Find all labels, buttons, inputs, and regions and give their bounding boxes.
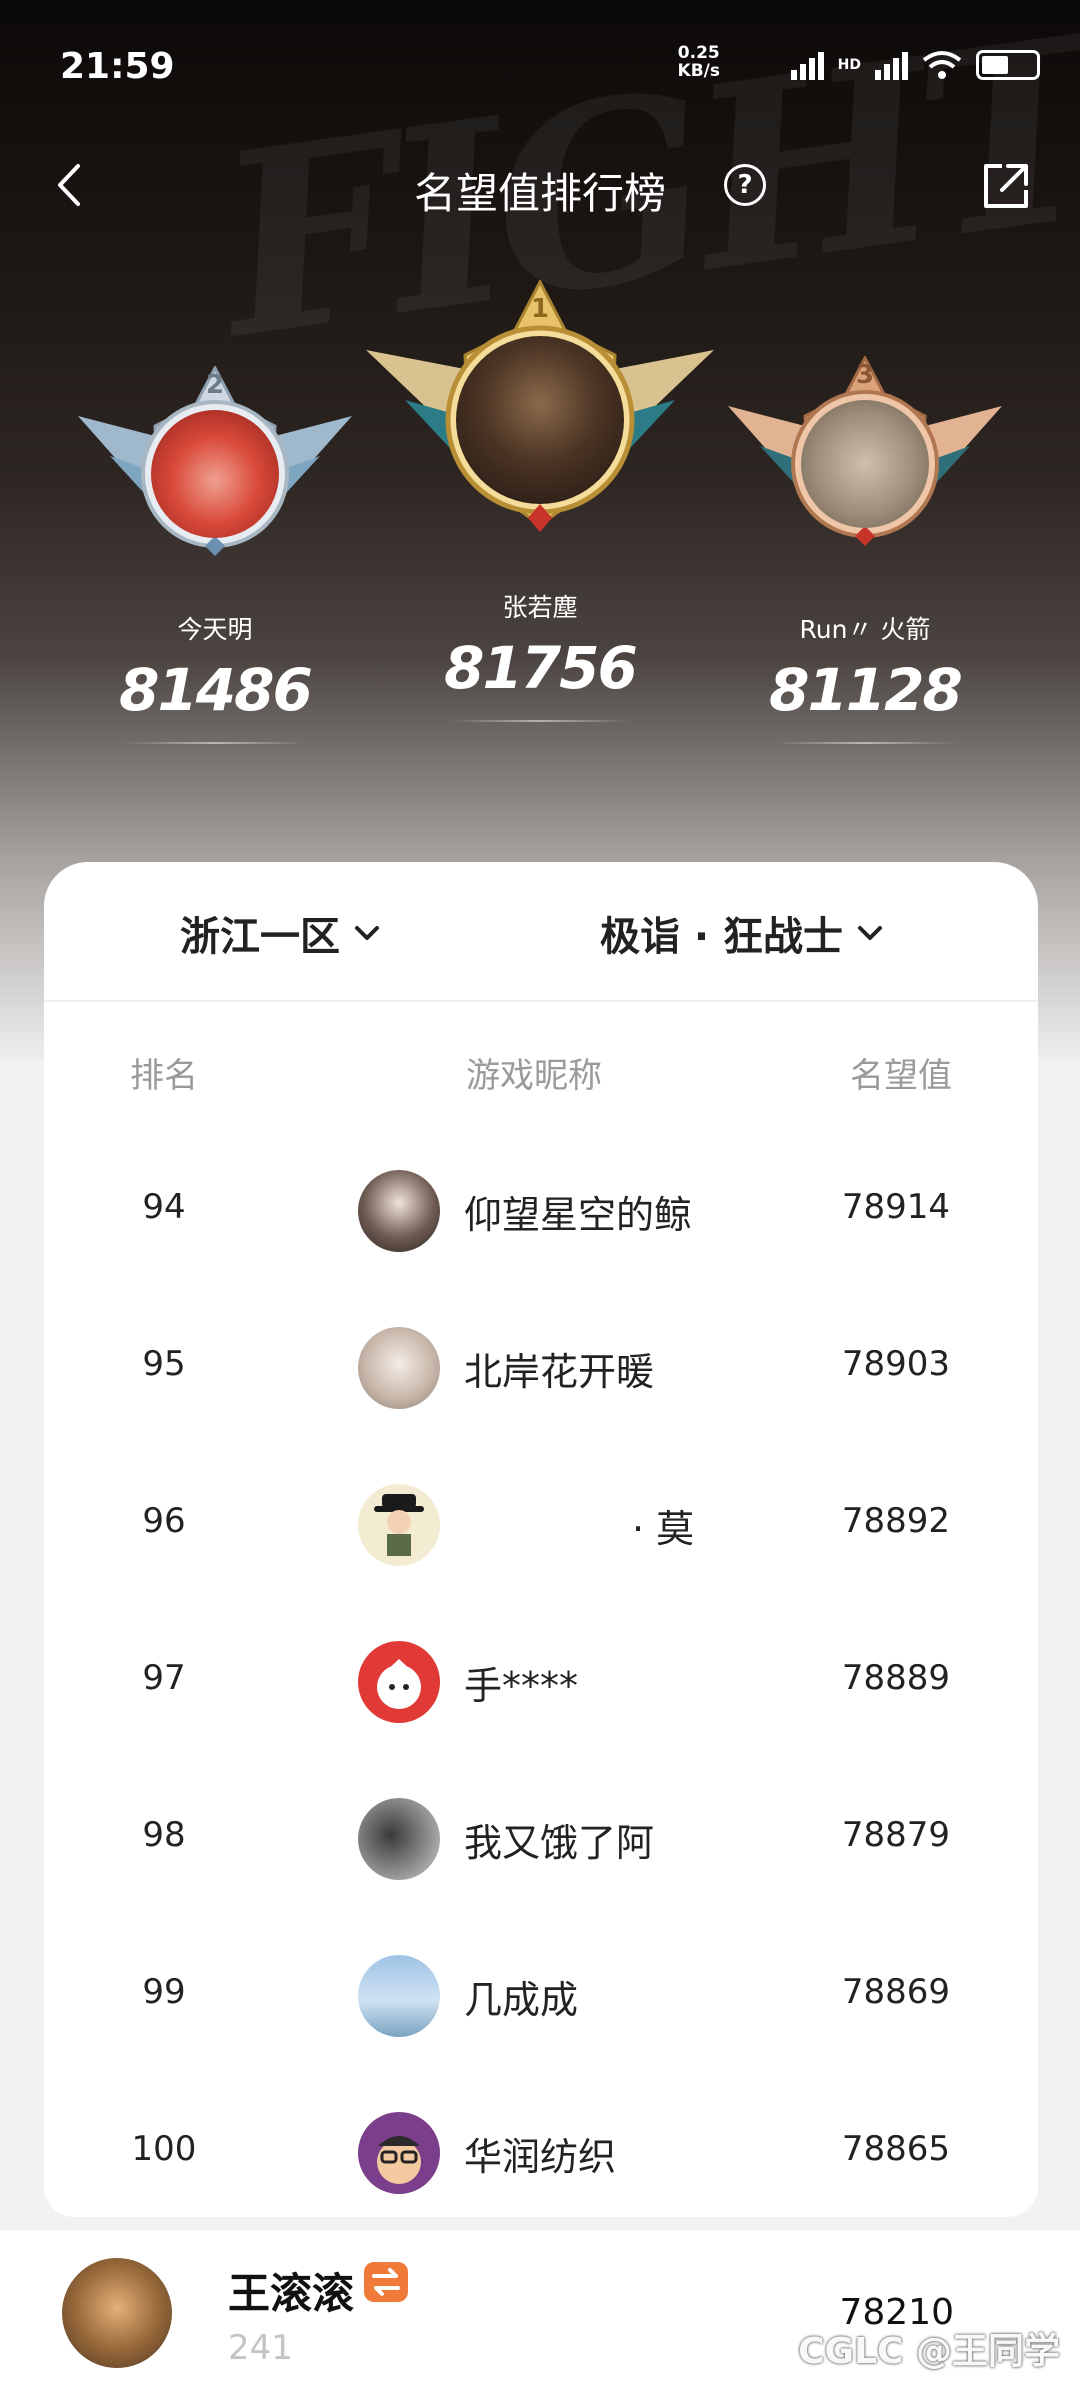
silver-badge: 2	[70, 366, 360, 566]
ranking-list: 94 仰望星空的鲸 78914 95 北岸花开暖 78903 96 · 莫 78…	[44, 1132, 1038, 2231]
top-three-podium: 2 今天明 81486 1 张若塵 81756 3 Run〃 火箭 81128	[0, 270, 1080, 770]
table-row[interactable]: 96 · 莫 78892	[44, 1446, 1038, 1603]
leaderboard-card: 浙江一区 极诣 · 狂战士 排名 游戏昵称 名望值 94 仰望星空的鲸 7891…	[44, 862, 1038, 2217]
chevron-down-icon	[355, 926, 379, 940]
rank-number-2: 2	[205, 370, 225, 400]
signal-icon-2	[875, 50, 908, 80]
table-row[interactable]: 100 华润纺织 78865	[44, 2074, 1038, 2231]
row-nickname: 我又饿了阿	[464, 1821, 655, 1865]
table-row[interactable]: 98 我又饿了阿 78879	[44, 1760, 1038, 1917]
podium-name-1: 张若塵	[502, 593, 578, 622]
podium-rank-2[interactable]: 2 今天明 81486	[70, 366, 360, 744]
podium-score-3: 81128	[769, 656, 963, 724]
sleeping-cat-avatar	[358, 1798, 440, 1880]
region-dropdown[interactable]: 浙江一区	[180, 904, 380, 962]
row-score: 78869	[841, 1972, 950, 2012]
rank-number-3: 3	[855, 360, 875, 390]
row-nickname: 北岸花开暖	[464, 1350, 655, 1394]
share-icon[interactable]	[980, 160, 1032, 212]
row-score: 78865	[841, 2129, 950, 2169]
signal-icon	[790, 50, 824, 80]
my-avatar	[62, 2258, 172, 2368]
hd-label: HD	[837, 57, 861, 73]
row-nickname: 华润纺织	[464, 2135, 617, 2179]
podium-rank-3[interactable]: 3 Run〃 火箭 81128	[720, 356, 1010, 744]
table-row[interactable]: 97 手**** 78889	[44, 1603, 1038, 1760]
row-rank: 97	[142, 1658, 186, 1698]
row-rank: 95	[142, 1344, 186, 1384]
row-nickname: · 莫	[632, 1507, 695, 1551]
row-score: 78892	[841, 1501, 950, 1541]
table-row[interactable]: 99 几成成 78869	[44, 1917, 1038, 2074]
red-mascot-avatar	[358, 1641, 440, 1723]
row-rank: 99	[142, 1972, 186, 2012]
bronze-badge: 3	[720, 356, 1010, 556]
header-score: 名望值	[850, 1056, 952, 1096]
wifi-icon	[922, 51, 962, 79]
avatar-rank-3	[801, 400, 929, 528]
row-rank: 98	[142, 1815, 186, 1855]
status-time: 21:59	[60, 46, 175, 87]
filter-bar: 浙江一区 极诣 · 狂战士	[44, 862, 1038, 1002]
avatar-rank-2	[151, 410, 279, 538]
seaside-avatar	[358, 1955, 440, 2037]
network-speed: 0.25 KB/s	[678, 44, 720, 80]
divider	[125, 742, 305, 744]
podium-rank-1[interactable]: 1 张若塵 81756	[360, 280, 720, 722]
status-icons: HD	[790, 50, 1040, 80]
divider	[775, 742, 955, 744]
mascot-face-icon	[377, 1659, 421, 1709]
row-nickname: 手****	[464, 1664, 579, 1708]
row-rank: 96	[142, 1501, 186, 1541]
avatar-rank-1	[456, 336, 624, 504]
status-bar: 21:59 0.25 KB/s HD	[60, 40, 1040, 100]
podium-score-2: 81486	[119, 656, 313, 724]
podium-score-1: 81756	[444, 634, 638, 702]
battery-icon	[976, 50, 1040, 80]
row-nickname: 仰望星空的鲸	[464, 1193, 693, 1237]
rank-number-1: 1	[530, 294, 550, 324]
podium-name-3: Run〃 火箭	[799, 615, 931, 644]
my-rank: 241	[228, 2328, 293, 2368]
swap-badge-icon	[364, 2262, 408, 2302]
my-rank-bar[interactable]: 王滚滚 241 78210	[0, 2230, 1080, 2400]
chevron-down-icon	[858, 926, 883, 940]
hero-dropdown-label: 极诣 · 狂战士	[600, 914, 844, 960]
row-score: 78889	[841, 1658, 950, 1698]
table-row[interactable]: 94 仰望星空的鲸 78914	[44, 1132, 1038, 1289]
cartoon-hat-avatar	[358, 1484, 440, 1566]
hat-figure-icon	[374, 1494, 424, 1556]
help-icon[interactable]: ?	[724, 164, 766, 206]
divider	[450, 720, 630, 722]
my-nickname: 王滚滚	[228, 2269, 355, 2318]
row-rank: 100	[131, 2129, 197, 2169]
row-rank: 94	[142, 1187, 186, 1227]
page-title: 名望值排行榜	[413, 169, 666, 218]
dark-hair-avatar	[358, 1170, 440, 1252]
header-nickname: 游戏昵称	[466, 1056, 602, 1096]
row-score: 78879	[841, 1815, 950, 1855]
nav-bar: 名望值排行榜 ?	[0, 140, 1080, 230]
region-dropdown-label: 浙江一区	[180, 914, 340, 960]
glasses-cartoon-avatar	[358, 2112, 440, 2194]
network-speed-value: 0.25	[677, 43, 720, 63]
hero-dropdown[interactable]: 极诣 · 狂战士	[600, 904, 883, 962]
watermark: CGLC @王同学	[798, 2331, 1060, 2372]
table-header: 排名 游戏昵称 名望值	[44, 1002, 1038, 1132]
row-nickname: 几成成	[464, 1978, 579, 2022]
glasses-face-icon	[377, 2136, 421, 2184]
row-score: 78914	[841, 1187, 950, 1227]
anime-girl-avatar	[358, 1327, 440, 1409]
podium-name-2: 今天明	[177, 615, 253, 644]
header-rank: 排名	[130, 1056, 198, 1096]
gold-badge: 1	[360, 280, 720, 540]
row-score: 78903	[841, 1344, 950, 1384]
table-row[interactable]: 95 北岸花开暖 78903	[44, 1289, 1038, 1446]
network-speed-unit: KB/s	[677, 61, 720, 81]
